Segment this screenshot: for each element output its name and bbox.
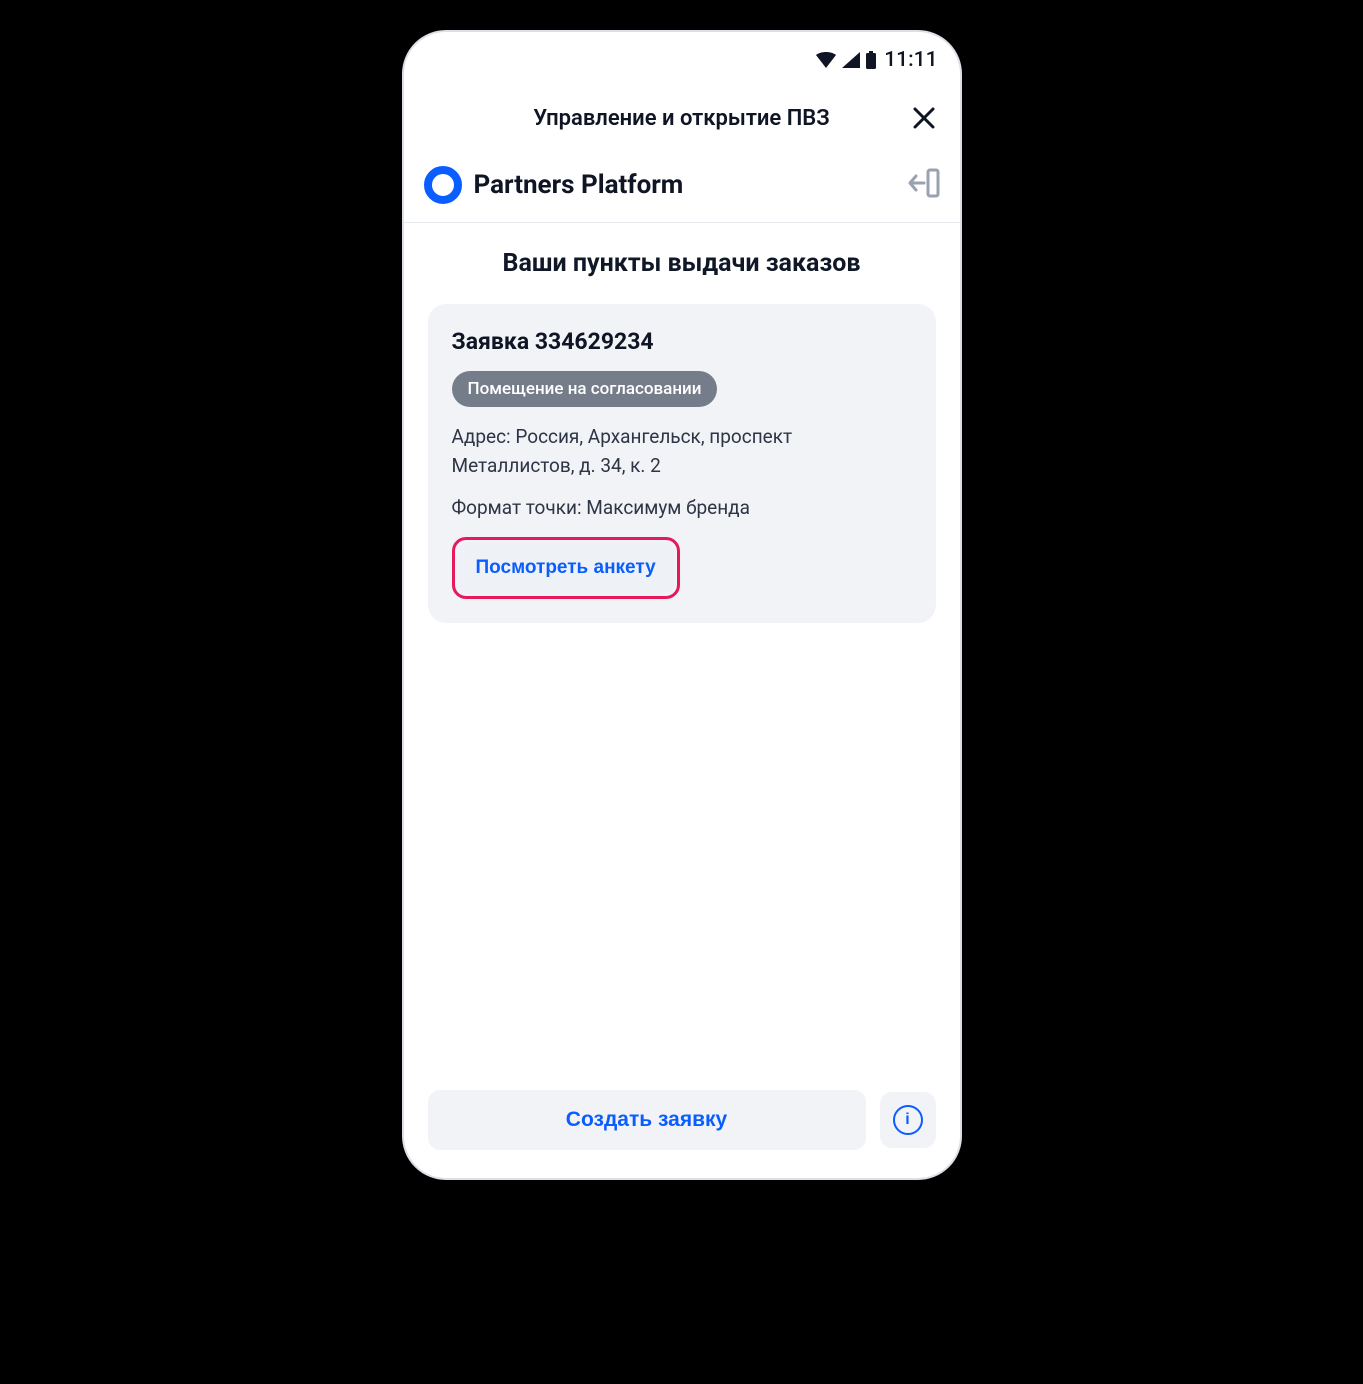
close-icon <box>911 105 937 131</box>
wifi-icon <box>816 52 836 68</box>
brand-bar: Partners Platform <box>404 148 960 223</box>
logout-icon <box>906 168 940 198</box>
request-format: Формат точки: Максимум бренда <box>452 494 912 523</box>
status-badge: Помещение на согласовании <box>452 371 718 407</box>
request-address: Адрес: Россия, Архангельск, проспект Мет… <box>452 423 912 480</box>
status-time: 11:11 <box>884 48 937 72</box>
info-button[interactable]: i <box>880 1092 936 1148</box>
request-card: Заявка 334629234 Помещение на согласован… <box>428 304 936 623</box>
logout-button[interactable] <box>906 168 940 202</box>
status-bar: 11:11 <box>404 32 960 88</box>
status-icons <box>816 51 876 69</box>
close-button[interactable] <box>906 100 942 136</box>
signal-icon <box>842 52 860 68</box>
top-app-bar: Управление и открытие ПВЗ <box>404 88 960 148</box>
footer-bar: Создать заявку i <box>404 1074 960 1178</box>
section-title: Ваши пункты выдачи заказов <box>428 249 936 278</box>
brand-logo-icon <box>424 166 462 204</box>
request-title: Заявка 334629234 <box>452 328 912 355</box>
brand-title: Partners Platform <box>474 170 684 200</box>
view-anketa-highlight: Посмотреть анкету <box>452 537 680 599</box>
view-anketa-button[interactable]: Посмотреть анкету <box>458 543 674 593</box>
page-title: Управление и открытие ПВЗ <box>533 106 830 131</box>
content-area: Ваши пункты выдачи заказов Заявка 334629… <box>404 223 960 1074</box>
phone-frame: 11:11 Управление и открытие ПВЗ Partners… <box>402 30 962 1180</box>
create-request-button[interactable]: Создать заявку <box>428 1090 866 1150</box>
info-icon: i <box>893 1105 923 1135</box>
battery-icon <box>866 51 876 69</box>
brand-left: Partners Platform <box>424 166 684 204</box>
